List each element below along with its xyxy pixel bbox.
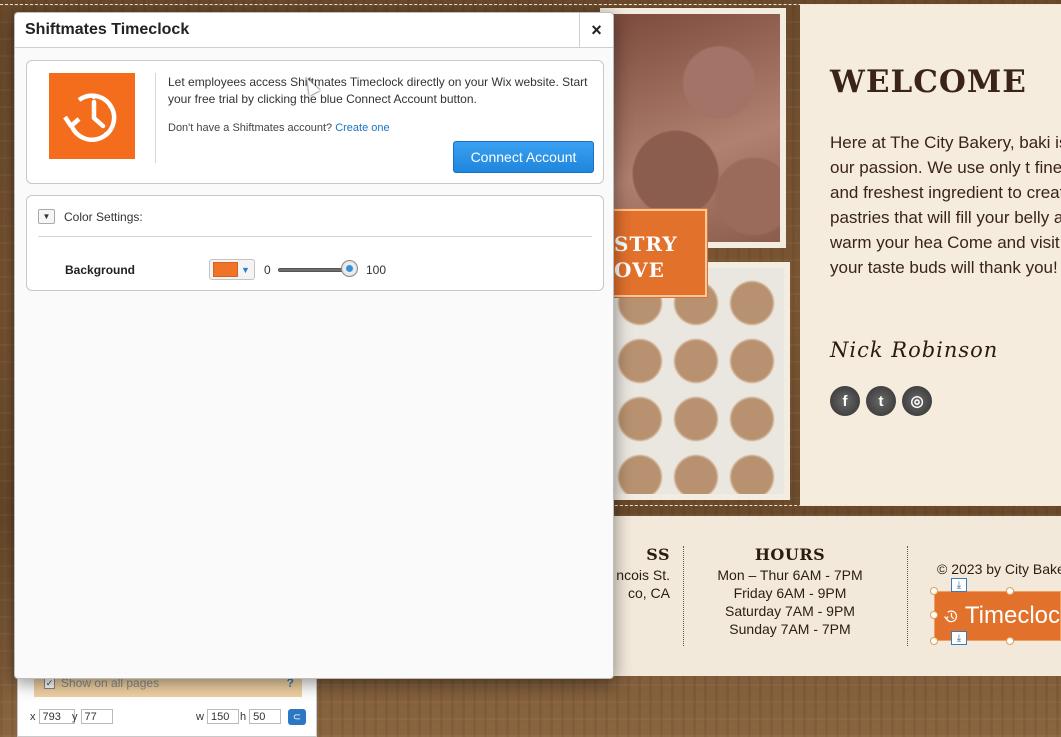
welcome-body: Here at The City Bakery, baki is our pas… (830, 133, 1061, 277)
h-label: h (240, 710, 247, 723)
footer-divider (683, 546, 684, 646)
timeclock-logo-icon (63, 93, 117, 142)
close-icon: × (591, 20, 602, 40)
dialog-header: Shiftmates Timeclock × (15, 13, 613, 48)
banner-line-1: STRY (614, 232, 678, 256)
opacity-min-label: 0 (264, 263, 271, 277)
collapse-toggle-icon[interactable]: ▼ (38, 209, 55, 224)
settings-divider (38, 236, 592, 237)
y-position: y 77 (72, 709, 113, 724)
section-guide-line (600, 505, 1061, 506)
hours-line: Friday 6AM - 9PM (733, 585, 847, 601)
w-input[interactable]: 150 (206, 709, 239, 724)
welcome-panel: WELCOME Here at The City Bakery, baki is… (800, 4, 1061, 506)
dialog-title: Shiftmates Timeclock (25, 21, 190, 38)
move-forward-icon[interactable]: ⤓ (951, 578, 967, 592)
height-size: h 50 (240, 709, 282, 724)
x-position: x 793 (30, 709, 75, 724)
x-input[interactable]: 793 (38, 709, 75, 724)
width-size: w 150 (196, 709, 239, 724)
footer-divider (907, 546, 908, 646)
hours-line: Sunday 7AM - 7PM (729, 621, 851, 637)
shiftmates-settings-dialog: Shiftmates Timeclock × Let employees acc… (14, 12, 614, 679)
show-on-all-pages-checkbox[interactable]: ✓ (44, 677, 55, 689)
opacity-max-label: 100 (366, 263, 387, 277)
y-label: y (72, 710, 78, 723)
twitter-icon[interactable]: t (866, 386, 896, 416)
timeclock-widget-label: Timecloc (964, 602, 1060, 629)
close-button[interactable]: × (579, 13, 613, 48)
create-account-link[interactable]: Create one (335, 122, 389, 134)
resize-handle[interactable] (930, 637, 938, 645)
social-links: f t ◎ (830, 386, 1061, 416)
top-guide-line (0, 4, 1061, 5)
hours-line: Mon – Thur 6AM - 7PM (717, 567, 863, 583)
connect-account-button[interactable]: Connect Account (453, 141, 594, 173)
signup-prompt: Don't have a Shiftmates account? Create … (168, 122, 390, 134)
copyright-text: © 2023 by City Bake (937, 561, 1061, 577)
pastry-love-banner: STRY OVE (605, 208, 708, 298)
w-label: w (196, 710, 204, 723)
pastry-photo-image (606, 14, 780, 242)
resize-handle[interactable] (930, 611, 938, 619)
signature: Nick Robinson (830, 338, 999, 362)
cookies-photo (600, 262, 790, 500)
resize-handle[interactable] (930, 587, 938, 595)
x-label: x (30, 710, 36, 723)
signup-prompt-text: Don't have a Shiftmates account? (168, 122, 333, 134)
banner-line-2: OVE (614, 258, 665, 282)
cookies-photo-image (606, 268, 784, 494)
connect-account-card: Let employees access Shiftmates Timecloc… (26, 60, 604, 184)
welcome-title: WELCOME (830, 64, 1027, 100)
timeclock-icon (944, 610, 958, 623)
resize-handle[interactable] (1006, 637, 1014, 645)
color-settings-card: ▼ Color Settings: Background ▼ 0 100 (26, 195, 604, 291)
card-divider (155, 73, 156, 163)
move-backward-icon[interactable]: ⤓ (951, 631, 967, 645)
shiftmates-logo (49, 73, 135, 159)
color-settings-header: ▼ Color Settings: (38, 209, 143, 224)
y-input[interactable]: 77 (80, 709, 113, 724)
h-input[interactable]: 50 (249, 709, 282, 724)
resize-handle[interactable] (1006, 587, 1014, 595)
proportion-lock-icon[interactable]: ⊂ (288, 709, 306, 725)
hours-heading: HOURS (754, 545, 826, 564)
color-settings-heading: Color Settings: (64, 209, 143, 224)
background-color-picker[interactable]: ▼ (209, 259, 255, 280)
footer-hours: HOURS Mon – Thur 6AM - 7PM Friday 6AM - … (705, 546, 875, 638)
background-label: Background (65, 263, 136, 277)
opacity-slider-thumb[interactable] (340, 260, 358, 277)
color-swatch (213, 262, 238, 277)
hours-line: Saturday 7AM - 9PM (725, 603, 855, 619)
chevron-down-icon: ▼ (241, 264, 250, 275)
instagram-icon[interactable]: ◎ (902, 386, 932, 416)
connect-description: Let employees access Shiftmates Timecloc… (168, 75, 588, 106)
facebook-icon[interactable]: f (830, 386, 860, 416)
